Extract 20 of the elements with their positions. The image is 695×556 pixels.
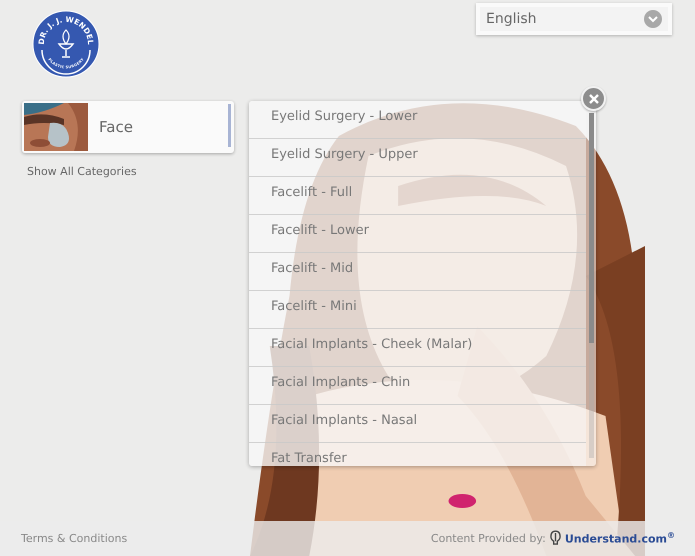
language-select[interactable]: English xyxy=(476,3,672,35)
credit-text: Content Provided by: xyxy=(430,532,546,545)
terms-link[interactable]: Terms & Conditions xyxy=(21,532,128,545)
lightbulb-icon xyxy=(550,530,561,547)
close-icon[interactable] xyxy=(581,86,606,111)
understand-link[interactable]: Understand.com$^{®}$ xyxy=(564,531,675,546)
procedure-item[interactable]: Facial Implants - Chin xyxy=(249,367,586,405)
procedure-item[interactable]: Facelift - Mini xyxy=(249,291,586,329)
chevron-down-icon xyxy=(644,10,662,28)
procedure-item[interactable]: Facial Implants - Cheek (Malar) xyxy=(249,329,586,367)
procedure-item[interactable]: Facial Implants - Nasal xyxy=(249,405,586,443)
scrollbar[interactable] xyxy=(589,113,594,458)
procedure-item[interactable]: Eyelid Surgery - Lower xyxy=(249,101,586,139)
category-card[interactable]: Face xyxy=(22,101,234,153)
procedure-item[interactable]: Facelift - Full xyxy=(249,177,586,215)
procedure-item[interactable]: Facelift - Lower xyxy=(249,215,586,253)
procedure-item[interactable]: Eyelid Surgery - Upper xyxy=(249,139,586,177)
procedure-item[interactable]: Facelift - Mid xyxy=(249,253,586,291)
show-all-categories-link[interactable]: Show All Categories xyxy=(27,165,234,178)
procedure-item[interactable]: Fat Transfer xyxy=(249,443,586,466)
